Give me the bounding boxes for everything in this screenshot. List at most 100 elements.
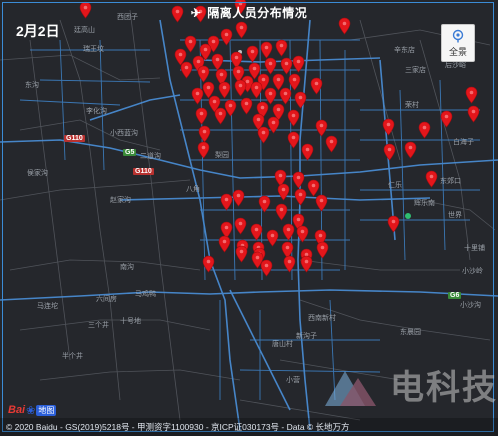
location-marker-icon[interactable]: [467, 105, 480, 123]
location-marker-icon[interactable]: [294, 188, 307, 206]
baidu-logo-text: Bai: [8, 404, 26, 416]
map-frame: 西团子 廷高山 瑞王坟 东沟 李化沟 小西蓝沟 二道沟 侯家沟 赵家沟 南沟 马…: [0, 0, 498, 436]
place-label: 八角: [186, 186, 200, 193]
place-label: 东沟: [25, 82, 39, 89]
road-shield: G110: [133, 168, 154, 175]
place-label: 李化沟: [86, 108, 107, 115]
location-marker-icon[interactable]: [202, 255, 215, 273]
location-marker-icon[interactable]: [180, 61, 193, 79]
place-label: 新沟子: [296, 333, 317, 340]
location-marker-icon[interactable]: [292, 55, 305, 73]
location-marker-icon[interactable]: [258, 195, 271, 213]
place-label: 二道沟: [140, 153, 161, 160]
location-marker-icon[interactable]: [387, 215, 400, 233]
watermark-logo-icon: [325, 371, 376, 406]
road-shield: G110: [64, 135, 85, 142]
location-marker-icon[interactable]: [246, 45, 259, 63]
baidu-logo-map-text: 地图: [36, 404, 57, 416]
place-label: 三家店: [405, 67, 426, 74]
place-label: 辛东店: [394, 47, 415, 54]
location-marker-icon[interactable]: [292, 171, 305, 189]
place-label: 梨园: [215, 152, 229, 159]
place-label: 南沟: [120, 264, 134, 271]
place-label: 廷高山: [74, 27, 95, 34]
location-marker-icon[interactable]: [283, 255, 296, 273]
location-marker-icon[interactable]: [404, 141, 417, 159]
place-label: 六间房: [96, 296, 117, 303]
location-marker-icon[interactable]: [220, 28, 233, 46]
location-marker-icon[interactable]: [287, 131, 300, 149]
place-label: 唐山村: [272, 341, 293, 348]
place-label: 西南新村: [308, 315, 336, 322]
location-marker-icon[interactable]: [257, 126, 270, 144]
location-marker-icon[interactable]: [287, 109, 300, 127]
place-label: 赵家沟: [110, 197, 131, 204]
place-label: 瑞王坟: [83, 46, 104, 53]
road-shield: G5: [123, 149, 137, 156]
location-marker-icon[interactable]: [195, 107, 208, 125]
location-marker-icon[interactable]: [325, 135, 338, 153]
location-marker-icon[interactable]: [232, 189, 245, 207]
place-label: 仁乐: [388, 182, 402, 189]
location-marker-icon[interactable]: [315, 194, 328, 212]
place-label: 世界: [448, 212, 462, 219]
place-label: 小沙沟: [460, 302, 481, 309]
location-marker-icon[interactable]: [266, 229, 279, 247]
place-label: 半个井: [62, 353, 83, 360]
location-marker-icon[interactable]: [440, 110, 453, 128]
location-marker-icon[interactable]: [235, 21, 248, 39]
location-marker-icon[interactable]: [251, 251, 264, 269]
location-marker-icon[interactable]: [250, 223, 263, 241]
place-label: 小沙岭: [462, 268, 483, 275]
fullview-label: 全景: [448, 47, 467, 57]
place-label: 小营: [286, 377, 300, 384]
place-label: 白海子: [453, 139, 474, 146]
place-label: 马鸡鸭: [135, 291, 156, 298]
road-shield: G6: [448, 292, 462, 299]
location-marker-icon[interactable]: [275, 203, 288, 221]
place-label: 侯家沟: [27, 170, 48, 177]
watermark-text: 电科技: [390, 369, 498, 407]
watermark: 电科技: [320, 356, 498, 416]
bird-icon: ✈: [190, 6, 202, 20]
location-marker-icon[interactable]: [465, 86, 478, 104]
location-marker-icon[interactable]: [197, 141, 210, 159]
place-label: 辉乐南: [414, 200, 435, 207]
location-marker-icon[interactable]: [300, 255, 313, 273]
location-pin-icon: [452, 29, 464, 43]
map-title: ✈ 隔离人员分布情况: [0, 4, 498, 21]
location-marker-icon[interactable]: [277, 183, 290, 201]
copyright-text: © 2020 Baidu - GS(2019)5218号 - 甲测资字11009…: [6, 422, 350, 432]
location-marker-icon[interactable]: [220, 193, 233, 211]
place-label: 小西蓝沟: [110, 130, 138, 137]
place-label: 东晨园: [400, 329, 421, 336]
location-marker-icon[interactable]: [418, 121, 431, 139]
date-label: 2月2日: [16, 23, 60, 39]
location-marker-icon[interactable]: [282, 223, 295, 241]
location-marker-icon[interactable]: [234, 79, 247, 97]
place-label: 东郊口: [440, 178, 461, 185]
location-marker-icon[interactable]: [235, 245, 248, 263]
place-label: 荣村: [405, 102, 419, 109]
place-label: 马连坨: [37, 303, 58, 310]
location-marker-icon[interactable]: [301, 143, 314, 161]
location-marker-icon[interactable]: [218, 235, 231, 253]
baidu-logo[interactable]: Bai ❀ 地图: [8, 403, 57, 417]
location-marker-icon[interactable]: [275, 39, 288, 57]
location-marker-icon[interactable]: [234, 217, 247, 235]
location-marker-icon[interactable]: [382, 118, 395, 136]
place-label: 十号地: [120, 318, 141, 325]
location-marker-icon[interactable]: [191, 87, 204, 105]
location-marker-icon[interactable]: [296, 225, 309, 243]
paw-icon: ❀: [26, 404, 36, 417]
location-marker-icon[interactable]: [294, 91, 307, 109]
location-marker-icon[interactable]: [214, 107, 227, 125]
place-label: 十里铺: [464, 245, 485, 252]
location-marker-icon[interactable]: [425, 170, 438, 188]
location-marker-icon[interactable]: [316, 241, 329, 259]
map-title-text: 隔离人员分布情况: [207, 6, 308, 20]
location-marker-icon[interactable]: [310, 77, 323, 95]
fullview-button[interactable]: 全景: [441, 24, 475, 62]
place-label: 三个井: [88, 322, 109, 329]
location-marker-icon[interactable]: [383, 143, 396, 161]
